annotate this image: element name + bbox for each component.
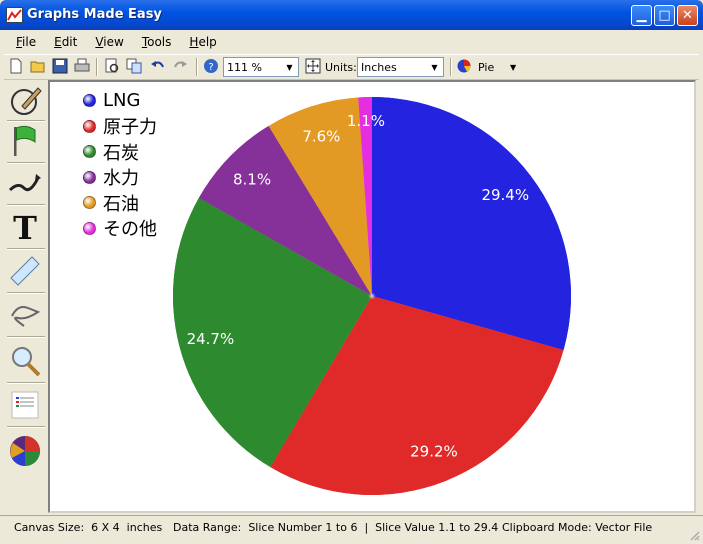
legend-label: 石油 xyxy=(103,193,139,215)
select-pencil-tool-icon[interactable] xyxy=(8,84,42,118)
legend-marker xyxy=(83,145,96,159)
maximize-button[interactable]: □ xyxy=(654,5,675,26)
legend-marker xyxy=(83,196,96,210)
status-canvas-size: Canvas Size: 6 X 4 inches xyxy=(14,521,163,534)
print-preview-icon[interactable] xyxy=(104,58,120,74)
chevron-down-icon[interactable]: ▼ xyxy=(510,63,516,72)
eraser-tool-icon[interactable] xyxy=(8,254,42,288)
freehand-tool-icon[interactable] xyxy=(8,298,42,332)
status-data-range: Data Range: Slice Number 1 to 6 | Slice … xyxy=(173,521,499,534)
text-tool-icon[interactable]: T xyxy=(8,209,42,243)
legend-item: 石炭 xyxy=(83,139,157,165)
legend-marker xyxy=(83,221,96,235)
minimize-button[interactable]: ▁ xyxy=(631,5,652,26)
status-clipboard-mode: Clipboard Mode: Vector File xyxy=(502,521,653,534)
menu-help[interactable]: Help xyxy=(183,35,222,49)
legend-marker xyxy=(83,94,96,108)
status-bar: Canvas Size: 6 X 4 inches Data Range: Sl… xyxy=(0,515,703,544)
flag-tool-icon[interactable] xyxy=(8,124,42,158)
units-label: Units: xyxy=(325,61,357,74)
menu-bar: File Edit View Tools Help xyxy=(4,31,699,53)
legend-marker xyxy=(83,170,96,184)
line-trend-tool-icon[interactable] xyxy=(8,166,42,200)
fit-canvas-icon[interactable] xyxy=(305,58,321,74)
legend-label: その他 xyxy=(103,219,157,241)
legend-item: 石油 xyxy=(83,190,157,216)
zoom-combo[interactable]: 111 % ▼ xyxy=(223,57,299,77)
chevron-down-icon[interactable]: ▼ xyxy=(282,59,297,75)
legend-label: 水力 xyxy=(103,168,139,190)
copy-icon[interactable] xyxy=(126,58,142,74)
title-bar[interactable]: Graphs Made Easy ▁ □ ✕ xyxy=(0,0,703,30)
redo-icon[interactable] xyxy=(172,58,188,74)
legend-label: LNG xyxy=(103,90,141,112)
chevron-down-icon[interactable]: ▼ xyxy=(427,59,442,75)
slice-value-label: 1.1% xyxy=(347,112,385,130)
legend-item: LNG xyxy=(83,88,157,114)
app-chart-icon xyxy=(6,7,23,23)
undo-icon[interactable] xyxy=(150,58,166,74)
open-folder-icon[interactable] xyxy=(30,58,46,74)
maximize-icon: □ xyxy=(658,8,671,23)
menu-file[interactable]: File xyxy=(10,35,42,49)
slice-value-label: 29.4% xyxy=(481,186,529,204)
units-value: Inches xyxy=(361,61,397,74)
slice-value-label: 7.6% xyxy=(302,128,340,146)
data-sheet-tool-icon[interactable] xyxy=(8,388,42,422)
close-icon: ✕ xyxy=(682,8,693,23)
legend-label: 原子力 xyxy=(103,117,157,139)
resize-grip-icon[interactable] xyxy=(688,529,700,541)
units-combo[interactable]: Inches ▼ xyxy=(357,57,444,77)
print-icon[interactable] xyxy=(74,58,90,74)
pie-chart-type-icon[interactable] xyxy=(456,58,472,74)
legend-item: 原子力 xyxy=(83,114,157,140)
menu-edit[interactable]: Edit xyxy=(48,35,83,49)
minimize-icon: ▁ xyxy=(636,8,647,23)
color-wheel-tool-icon[interactable] xyxy=(8,434,42,468)
slice-value-label: 29.2% xyxy=(410,442,458,460)
legend-item: その他 xyxy=(83,216,157,242)
slice-value-label: 24.7% xyxy=(187,330,235,348)
save-icon[interactable] xyxy=(52,58,68,74)
menu-tools[interactable]: Tools xyxy=(136,35,178,49)
zoom-magnifier-tool-icon[interactable] xyxy=(8,344,42,378)
chart-type-label[interactable]: Pie xyxy=(478,61,494,74)
chart-legend: LNG 原子力 石炭 水力 石油 その他 xyxy=(83,88,157,241)
zoom-value: 111 % xyxy=(227,61,262,74)
menu-view[interactable]: View xyxy=(89,35,129,49)
close-button[interactable]: ✕ xyxy=(677,5,698,26)
svg-text:?: ? xyxy=(208,62,213,73)
toolbar: ? 111 % ▼ Units: Inches ▼ Pie ▼ xyxy=(4,54,699,80)
chart-canvas[interactable]: 29.4% 29.2% 24.7% 8.1% 7.6% 1.1% LNG 原子力 石炭 水… xyxy=(48,80,696,513)
new-file-icon[interactable] xyxy=(8,58,24,74)
tool-panel: T xyxy=(4,80,46,513)
legend-marker xyxy=(83,119,96,133)
svg-text:T: T xyxy=(13,209,37,243)
legend-label: 石炭 xyxy=(103,142,139,164)
legend-item: 水力 xyxy=(83,165,157,191)
window-title: Graphs Made Easy xyxy=(27,7,162,22)
slice-value-label: 8.1% xyxy=(233,171,271,189)
help-icon[interactable]: ? xyxy=(203,58,219,74)
